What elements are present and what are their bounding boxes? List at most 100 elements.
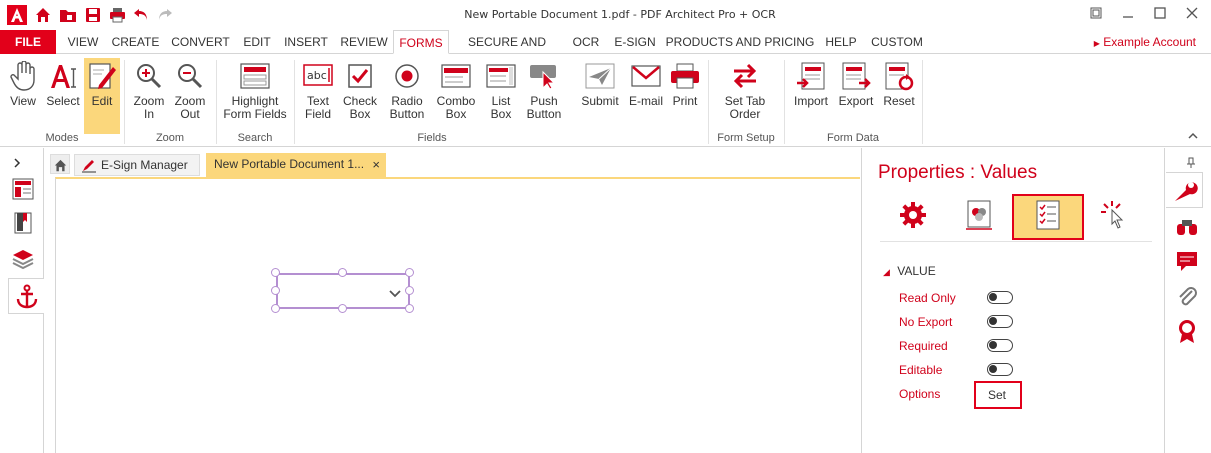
tab-secure-and-sign[interactable]: SECURE AND SIGN — [452, 30, 562, 73]
resize-handle[interactable] — [405, 268, 414, 277]
minimize-icon[interactable] — [1112, 2, 1144, 24]
print-form-button[interactable]: Print — [666, 58, 704, 130]
export-button[interactable]: Export — [834, 58, 878, 130]
check-box-button[interactable]: Check Box — [340, 58, 380, 130]
tab-help[interactable]: HELP — [820, 30, 862, 54]
close-tab-icon[interactable]: × — [372, 153, 380, 176]
account-link[interactable]: ▶ Example Account — [1094, 30, 1196, 56]
push-button-button[interactable]: Push Button — [522, 58, 566, 130]
required-toggle[interactable] — [987, 339, 1013, 352]
tab-edit[interactable]: EDIT — [238, 30, 276, 54]
tab-e-sign[interactable]: E-SIGN — [609, 30, 661, 54]
print-icon[interactable] — [108, 6, 126, 24]
zoom-in-label-2: In — [143, 107, 154, 121]
properties-tab[interactable] — [1166, 172, 1203, 208]
reset-icon — [883, 60, 915, 92]
options-set-button[interactable]: Set — [974, 381, 1022, 409]
reset-button[interactable]: Reset — [880, 58, 918, 130]
tab-esign-manager[interactable]: E-Sign Manager — [74, 154, 200, 176]
editable-toggle[interactable] — [987, 363, 1013, 376]
tab-create[interactable]: CREATE — [108, 30, 163, 54]
anchor-tab[interactable] — [8, 278, 44, 314]
restore-icon[interactable] — [1080, 2, 1112, 24]
home-icon — [54, 157, 67, 176]
tab-document[interactable]: New Portable Document 1... × — [206, 153, 386, 178]
file-tab[interactable]: FILE — [0, 30, 56, 54]
no-export-toggle[interactable] — [987, 315, 1013, 328]
resize-handle[interactable] — [271, 268, 280, 277]
binoculars-icon[interactable] — [1172, 212, 1202, 242]
group-modes-label: Modes — [45, 132, 79, 144]
resize-handle[interactable] — [338, 304, 347, 313]
zoom-in-button[interactable]: Zoom In — [130, 58, 168, 130]
page-thumbnails-icon[interactable] — [10, 176, 36, 202]
edit-mode-button[interactable]: Edit — [84, 58, 120, 134]
actions-tab[interactable] — [1080, 194, 1150, 240]
general-settings-tab[interactable] — [878, 194, 948, 240]
comments-icon[interactable] — [1172, 246, 1202, 276]
group-fields-label: Fields — [417, 132, 447, 144]
resize-handle[interactable] — [271, 304, 280, 313]
expand-panel-icon[interactable] — [12, 154, 24, 168]
text-cursor-icon — [47, 60, 79, 92]
select-mode-button[interactable]: Select — [44, 58, 82, 130]
envelope-icon — [630, 60, 662, 92]
resize-handle[interactable] — [405, 304, 414, 313]
text-field-button[interactable]: abc Text Field — [300, 58, 336, 130]
title-bar: New Portable Document 1.pdf - PDF Archit… — [0, 0, 1211, 30]
certificate-badge-icon[interactable] — [1172, 316, 1202, 346]
tab-review[interactable]: REVIEW — [337, 30, 391, 54]
values-tab[interactable] — [1012, 194, 1084, 240]
combo-box-button[interactable]: Combo Box — [434, 58, 478, 130]
collapse-ribbon-icon[interactable] — [1186, 128, 1200, 142]
undo-icon[interactable] — [132, 6, 150, 24]
view-mode-button[interactable]: View — [4, 58, 42, 130]
value-section-header[interactable]: ◢ VALUE — [883, 264, 936, 278]
properties-title: Properties : Values — [878, 162, 1038, 183]
home-icon[interactable] — [34, 6, 52, 24]
layers-icon[interactable] — [10, 246, 36, 272]
resize-handle[interactable] — [405, 286, 414, 295]
tab-custom[interactable]: CUSTOM — [866, 30, 928, 54]
tab-view[interactable]: VIEW — [62, 30, 104, 54]
document-canvas[interactable] — [55, 177, 860, 453]
resize-handle[interactable] — [271, 286, 280, 295]
radio-button-button[interactable]: Radio Button — [384, 58, 430, 130]
bookmarks-icon[interactable] — [10, 210, 36, 236]
email-button[interactable]: E-mail — [624, 58, 668, 130]
menu-bar: FILE VIEW CREATE CONVERT EDIT INSERT REV… — [0, 30, 1211, 73]
tab-ocr[interactable]: OCR — [566, 30, 606, 54]
list-box-button[interactable]: List Box — [482, 58, 520, 130]
caret-right-icon: ▶ — [1093, 39, 1100, 48]
read-only-toggle[interactable] — [987, 291, 1013, 304]
import-button[interactable]: Import — [790, 58, 832, 130]
highlight-form-fields-button[interactable]: Highlight Form Fields — [222, 58, 288, 130]
tab-convert[interactable]: CONVERT — [168, 30, 233, 54]
group-search-label: Search — [237, 132, 273, 144]
radio-button-icon — [391, 60, 423, 92]
import-label: Import — [793, 94, 828, 108]
set-tab-order-button[interactable]: Set Tab Order — [716, 58, 774, 130]
ribbon: View Select Edit Modes Zoom In Zoom Out … — [0, 54, 1211, 147]
appearance-tab[interactable] — [944, 194, 1014, 240]
pin-icon[interactable] — [1186, 154, 1196, 173]
home-tab[interactable] — [50, 154, 70, 174]
chevron-down-icon — [388, 284, 402, 303]
save-icon[interactable] — [84, 6, 102, 24]
attachment-icon[interactable] — [1172, 282, 1202, 312]
close-icon[interactable] — [1176, 2, 1208, 24]
zoom-out-button[interactable]: Zoom Out — [170, 58, 210, 130]
document-tab-bar: E-Sign Manager New Portable Document 1..… — [44, 148, 860, 178]
tab-insert[interactable]: INSERT — [280, 30, 332, 54]
redo-icon[interactable] — [156, 6, 174, 24]
submit-button[interactable]: Submit — [578, 58, 622, 130]
collapse-triangle-icon: ◢ — [883, 267, 890, 277]
open-folder-icon[interactable] — [58, 6, 78, 24]
tab-forms[interactable]: FORMS — [393, 30, 449, 54]
esign-tab-label: E-Sign Manager — [101, 158, 188, 172]
export-icon — [840, 60, 872, 92]
reset-label: Reset — [883, 94, 915, 108]
resize-handle[interactable] — [338, 268, 347, 277]
tab-products-and-pricing[interactable]: PRODUCTS AND PRICING — [665, 30, 815, 54]
maximize-icon[interactable] — [1144, 2, 1176, 24]
